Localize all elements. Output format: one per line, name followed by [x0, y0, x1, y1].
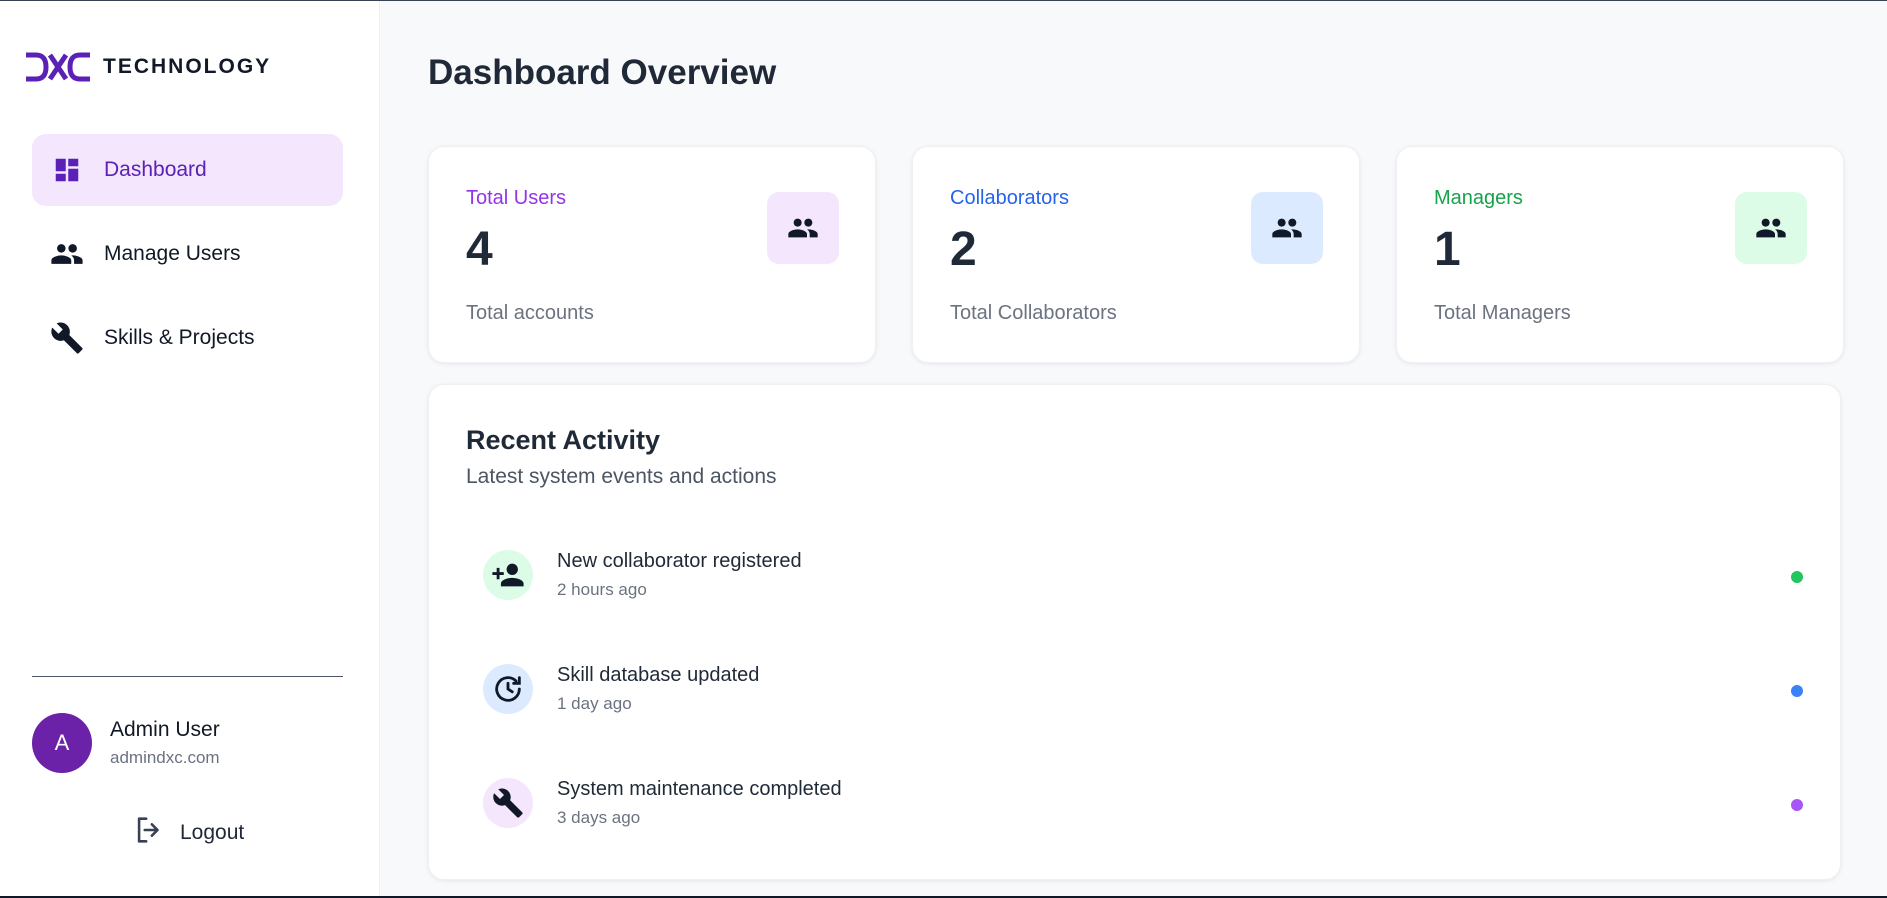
people-icon: [50, 237, 84, 271]
sidebar-item-skills-projects[interactable]: Skills & Projects: [32, 302, 343, 374]
stat-title: Managers: [1434, 187, 1523, 209]
page-title: Dashboard Overview: [428, 53, 777, 92]
sidebar-item-label: Skills & Projects: [104, 326, 255, 349]
dxc-logo-mark: [26, 52, 90, 82]
user-info: Admin User admindxc.com: [110, 718, 220, 768]
people-icon: [1735, 192, 1807, 264]
person-add-icon: [483, 550, 533, 600]
sidebar-item-label: Dashboard: [104, 158, 207, 181]
stat-card-total-users: Total Users 4 Total accounts: [428, 146, 876, 363]
stat-card-managers: Managers 1 Total Managers: [1396, 146, 1844, 363]
stat-card-collaborators: Collaborators 2 Total Collaborators: [912, 146, 1360, 363]
status-dot: [1791, 685, 1803, 697]
activity-item[interactable]: System maintenance completed 3 days ago: [483, 774, 1803, 834]
activity-text: System maintenance completed 3 days ago: [557, 778, 842, 828]
activity-item[interactable]: Skill database updated 1 day ago: [483, 660, 1803, 720]
sidebar: TECHNOLOGY Dashboard Manage Users Skills…: [0, 1, 380, 896]
people-icon: [767, 192, 839, 264]
stat-subtitle: Total Collaborators: [950, 302, 1117, 324]
logout-label: Logout: [180, 820, 245, 844]
activity-time: 2 hours ago: [557, 580, 647, 599]
activity-time: 3 days ago: [557, 808, 641, 827]
status-dot: [1791, 799, 1803, 811]
sidebar-divider: [32, 676, 343, 677]
activity-item[interactable]: New collaborator registered 2 hours ago: [483, 546, 1803, 606]
dashboard-icon: [50, 153, 84, 187]
avatar: A: [32, 713, 92, 773]
wrench-icon: [483, 778, 533, 828]
activity-label: New collaborator registered: [557, 550, 802, 572]
recent-activity-card: Recent Activity Latest system events and…: [428, 384, 1841, 880]
sidebar-item-label: Manage Users: [104, 242, 241, 265]
main-content: Dashboard Overview Total Users 4 Total a…: [380, 1, 1887, 896]
status-dot: [1791, 571, 1803, 583]
activity-text: New collaborator registered 2 hours ago: [557, 550, 802, 600]
activity-label: System maintenance completed: [557, 778, 842, 800]
people-icon: [1251, 192, 1323, 264]
stat-title: Collaborators: [950, 187, 1069, 209]
wrench-icon: [50, 321, 84, 355]
logo-text: TECHNOLOGY: [103, 55, 272, 78]
sidebar-item-manage-users[interactable]: Manage Users: [32, 218, 343, 290]
activity-text: Skill database updated 1 day ago: [557, 664, 759, 714]
activity-label: Skill database updated: [557, 664, 760, 686]
user-name: Admin User: [110, 718, 220, 741]
stat-value: 2: [950, 223, 977, 276]
activity-subtitle: Latest system events and actions: [466, 465, 777, 488]
logout-icon: [132, 813, 166, 852]
activity-title: Recent Activity: [466, 425, 661, 455]
stat-subtitle: Total accounts: [466, 302, 594, 324]
activity-time: 1 day ago: [557, 694, 632, 713]
stat-title: Total Users: [466, 187, 567, 209]
logout-button[interactable]: Logout: [132, 813, 244, 852]
refresh-clock-icon: [483, 664, 533, 714]
stat-value: 1: [1434, 223, 1461, 276]
sidebar-item-dashboard[interactable]: Dashboard: [32, 134, 343, 206]
dxc-logo[interactable]: TECHNOLOGY: [22, 51, 271, 83]
sidebar-nav: Dashboard Manage Users Skills & Projects: [32, 134, 343, 386]
stat-value: 4: [466, 223, 493, 276]
stat-subtitle: Total Managers: [1434, 302, 1571, 324]
user-email: admindxc.com: [110, 748, 220, 767]
user-profile[interactable]: A Admin User admindxc.com: [32, 713, 220, 773]
app-root: TECHNOLOGY Dashboard Manage Users Skills…: [0, 0, 1887, 898]
